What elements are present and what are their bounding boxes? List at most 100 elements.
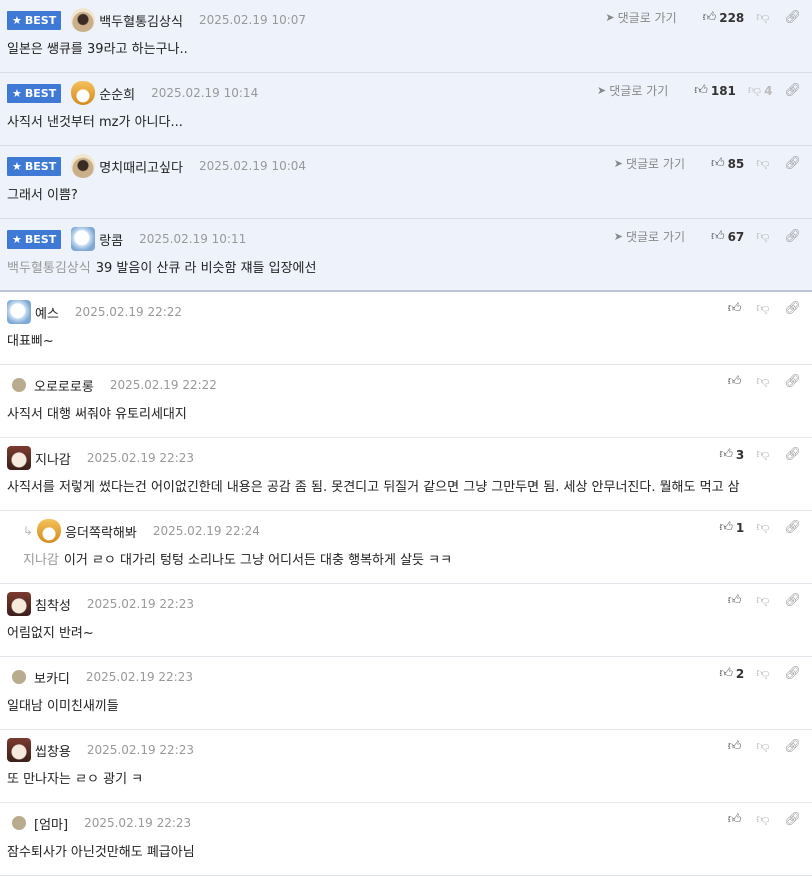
comment-body-text: 사직서 대행 써줘야 유토리세대지 [7, 407, 187, 422]
comment-header: 보카디 2025.02.19 22:23 [7, 665, 193, 689]
dot-avatar[interactable] [12, 670, 26, 684]
comment-date: 2025.02.19 22:23 [86, 743, 194, 757]
share-link-button[interactable]: 🔗︎ [784, 739, 804, 754]
comment-header: ↳ 응더쪽락해봐 2025.02.19 22:24 [23, 519, 260, 543]
dislike-button[interactable]: 👎︎ [756, 301, 772, 316]
like-button[interactable]: 👍︎ [728, 301, 745, 316]
thumbs-down-icon: 👎︎ [756, 301, 770, 316]
dog-avatar[interactable] [7, 446, 31, 470]
comment-list: ★ BEST 백두혈통김상식 2025.02.19 10:07 일본은 쌩큐를 39라고… [0, 0, 812, 876]
dislike-button[interactable]: 👎︎ [756, 447, 772, 462]
comment-text: 대표삐~ [7, 330, 54, 349]
share-link-button[interactable]: 🔗︎ [784, 374, 804, 389]
fox-avatar[interactable] [71, 81, 96, 105]
like-button[interactable]: 👍︎ 67 [711, 229, 744, 244]
dislike-button[interactable]: 👎︎ [756, 156, 772, 171]
like-button[interactable]: 👍︎ 1 [719, 520, 744, 535]
share-link-button[interactable]: 🔗︎ [784, 666, 804, 681]
comment-text: 일대남 이미친새끼들 [7, 695, 119, 714]
comment-actions: 👍︎ 3 👎︎ 🔗︎ [707, 447, 804, 462]
ghost-avatar[interactable] [7, 300, 31, 324]
dislike-button[interactable]: 👎︎ [756, 593, 772, 608]
comment-header: [엄마] 2025.02.19 22:23 [7, 811, 191, 835]
comment-date: 2025.02.19 22:22 [74, 305, 183, 319]
comment-actions: 👍︎ 👎︎ 🔗︎ [716, 739, 804, 754]
thumbs-up-icon: 👍︎ [719, 447, 733, 462]
thumbs-down-icon: 👎︎ [756, 374, 770, 389]
dog-avatar[interactable] [7, 592, 31, 616]
dislike-button[interactable]: 👎︎ [756, 10, 772, 25]
thumbs-up-icon: 👍︎ [719, 520, 733, 535]
like-button[interactable]: 👍︎ [728, 739, 745, 754]
share-link-button[interactable]: 🔗︎ [784, 83, 804, 98]
goto-comment-label: 댓글로 가기 [625, 157, 685, 171]
nickname[interactable]: 순순희 [99, 84, 135, 103]
share-link-button[interactable]: 🔗︎ [784, 156, 804, 171]
nickname[interactable]: 오로로로롱 [34, 376, 94, 395]
goto-comment-link[interactable]: ➤ 댓글로 가기 [614, 155, 685, 172]
comment-body-text: 사직서 낸것부터 mz가 아니다... [7, 115, 183, 130]
dislike-button[interactable]: 👎︎ [756, 739, 772, 754]
best-comment: ★ BEST 랑콤 2025.02.19 10:11 백두혈통김상식 39 발음이 산큐 … [0, 219, 812, 292]
like-button[interactable]: 👍︎ 2 [719, 666, 744, 681]
like-count: 1 [735, 520, 745, 535]
nickname[interactable]: 침착성 [35, 595, 71, 614]
dot-avatar[interactable] [12, 816, 26, 830]
ghost-avatar[interactable] [71, 227, 96, 251]
like-button[interactable]: 👍︎ [728, 812, 745, 827]
share-link-button[interactable]: 🔗︎ [784, 229, 804, 244]
comment-actions: 👍︎ 👎︎ 🔗︎ [716, 374, 804, 389]
thumbs-up-icon: 👍︎ [727, 593, 742, 608]
dislike-button[interactable]: 👎︎ [756, 812, 772, 827]
nickname[interactable]: 응더쪽락해봐 [65, 522, 137, 541]
pug-avatar[interactable] [71, 154, 96, 178]
share-link-button[interactable]: 🔗︎ [784, 812, 804, 827]
dislike-button[interactable]: 👎︎ [756, 666, 772, 681]
thumbs-down-icon: 👎︎ [756, 812, 770, 827]
dot-avatar[interactable] [12, 378, 26, 392]
thumbs-down-icon: 👎︎ [756, 10, 770, 25]
comment-text: 일본은 쌩큐를 39라고 하는구나.. [7, 38, 188, 57]
pug-avatar[interactable] [71, 8, 96, 32]
nickname[interactable]: 보카디 [34, 668, 70, 687]
dislike-button[interactable]: 👎︎ [756, 374, 772, 389]
like-button[interactable]: 👍︎ 181 [694, 83, 736, 98]
comment-text: 사직서 대행 써줘야 유토리세대지 [7, 403, 187, 422]
nickname[interactable]: 씹창용 [35, 741, 71, 760]
nickname[interactable]: 백두혈통김상식 [99, 11, 183, 30]
like-button[interactable]: 👍︎ 85 [711, 156, 744, 171]
share-link-button[interactable]: 🔗︎ [784, 10, 804, 25]
comment-header: 지나감 2025.02.19 22:23 [7, 446, 194, 470]
dislike-button[interactable]: 👎︎ [756, 229, 772, 244]
share-link-button[interactable]: 🔗︎ [784, 301, 804, 316]
nickname[interactable]: 랑콤 [99, 230, 123, 249]
nickname[interactable]: [엄마] [34, 814, 68, 833]
best-badge: ★ BEST [7, 10, 62, 30]
goto-comment-link[interactable]: ➤ 댓글로 가기 [597, 82, 668, 99]
nickname[interactable]: 지나감 [35, 449, 71, 468]
like-button[interactable]: 👍︎ [728, 593, 745, 608]
comment-date: 2025.02.19 10:04 [198, 159, 307, 173]
nickname[interactable]: 예스 [35, 303, 59, 322]
share-link-button[interactable]: 🔗︎ [784, 593, 804, 608]
best-badge: ★ BEST [7, 229, 62, 249]
star-icon: ★ [12, 159, 22, 173]
like-button[interactable]: 👍︎ 3 [719, 447, 744, 462]
dog-avatar[interactable] [7, 738, 31, 762]
star-icon: ★ [12, 86, 22, 100]
goto-comment-link[interactable]: ➤ 댓글로 가기 [605, 9, 676, 26]
nickname[interactable]: 명치때리고싶다 [99, 157, 183, 176]
best-badge: ★ BEST [7, 156, 62, 176]
mention-nickname[interactable]: 지나감 [23, 553, 59, 568]
dislike-button[interactable]: 👎︎ 4 [748, 83, 773, 98]
goto-comment-link[interactable]: ➤ 댓글로 가기 [614, 228, 685, 245]
share-link-button[interactable]: 🔗︎ [784, 447, 804, 462]
share-link-button[interactable]: 🔗︎ [784, 520, 804, 535]
dislike-button[interactable]: 👎︎ [756, 520, 772, 535]
like-button[interactable]: 👍︎ [728, 374, 745, 389]
star-icon: ★ [12, 232, 22, 246]
mention-nickname[interactable]: 백두혈통김상식 [7, 261, 91, 276]
fox-avatar[interactable] [37, 519, 62, 543]
link-icon: 🔗︎ [784, 83, 801, 98]
like-button[interactable]: 👍︎ 228 [703, 10, 745, 25]
